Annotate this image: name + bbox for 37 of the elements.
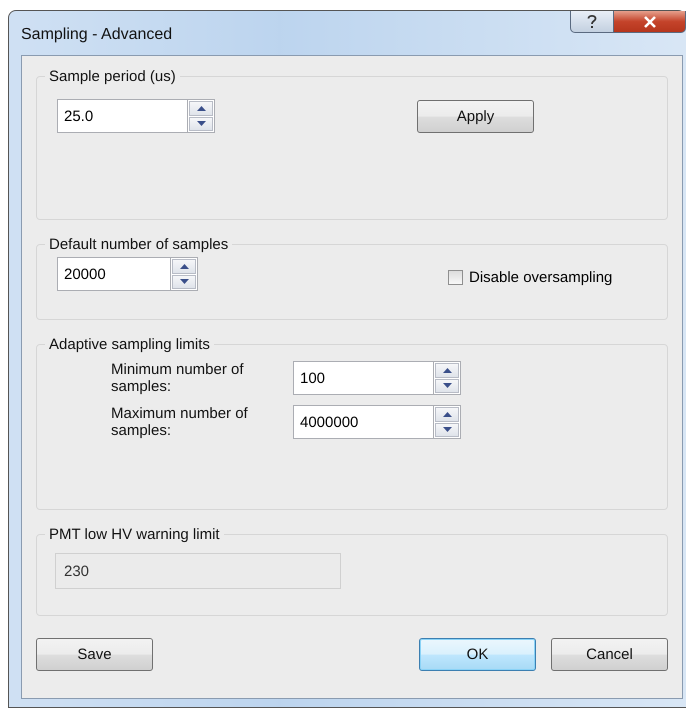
spin-up-button[interactable] xyxy=(189,101,213,116)
dialog-button[interactable]: Cancel xyxy=(551,638,668,671)
checkbox-label: Disable oversampling xyxy=(469,268,612,286)
up-arrow-icon xyxy=(442,368,452,373)
spin-down-button[interactable] xyxy=(189,116,213,131)
number-field[interactable]: 100 xyxy=(293,361,433,395)
group-label: Default number of samples xyxy=(48,236,230,253)
number-field[interactable]: 4000000 xyxy=(293,405,433,439)
down-arrow-icon xyxy=(196,121,206,126)
number-field[interactable]: 25.0 xyxy=(57,99,187,133)
spin-down-button[interactable] xyxy=(435,378,459,393)
apply-button[interactable]: Apply xyxy=(417,100,534,132)
group-label: Sample period (us) xyxy=(48,68,177,85)
group-label: PMT low HV warning limit xyxy=(48,526,221,543)
down-arrow-icon xyxy=(442,427,452,432)
group-label: Adaptive sampling limits xyxy=(48,336,211,353)
dialog-button[interactable]: OK xyxy=(419,638,536,671)
up-arrow-icon xyxy=(196,106,206,111)
help-button[interactable] xyxy=(570,11,614,33)
down-arrow-icon xyxy=(442,383,452,388)
spin-up-button[interactable] xyxy=(435,363,459,378)
field-label: Maximum number of samples: xyxy=(111,405,249,439)
number-field[interactable]: 20000 xyxy=(57,257,170,291)
spin-up-button[interactable] xyxy=(435,407,459,422)
checkbox[interactable] xyxy=(448,270,463,284)
close-icon xyxy=(642,16,656,28)
spin-down-button[interactable] xyxy=(435,422,459,437)
close-button[interactable] xyxy=(614,11,686,33)
field-label: Minimum number of samples: xyxy=(111,361,245,395)
dialog-button[interactable]: Save xyxy=(36,638,153,671)
up-arrow-icon xyxy=(442,412,452,417)
spin-up-button[interactable] xyxy=(172,259,196,274)
up-arrow-icon xyxy=(180,264,188,269)
down-arrow-icon xyxy=(180,279,188,284)
window-title: Sampling - Advanced xyxy=(21,26,172,44)
spin-down-button[interactable] xyxy=(172,274,196,289)
help-icon xyxy=(587,14,597,29)
